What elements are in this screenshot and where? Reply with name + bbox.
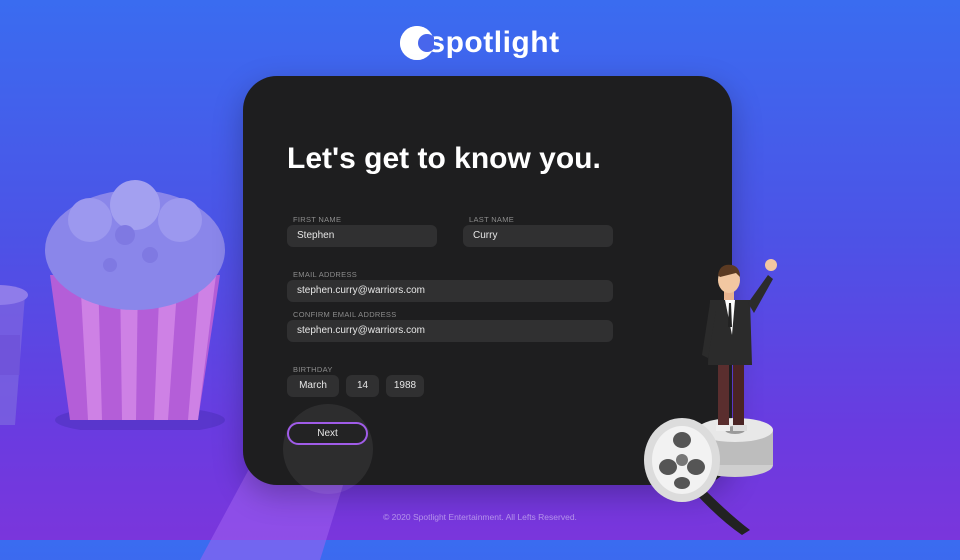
birthday-day-select[interactable]: 14	[346, 375, 379, 397]
first-name-field[interactable]: Stephen	[287, 225, 437, 247]
footer-copyright: © 2020 Spotlight Entertainment. All Left…	[383, 512, 577, 522]
email-field[interactable]: stephen.curry@warriors.com	[287, 280, 613, 302]
birthday-month-select[interactable]: March	[287, 375, 339, 397]
next-button[interactable]: Next	[287, 422, 368, 445]
cup-illustration	[0, 285, 28, 425]
spotlight-logo-icon	[400, 26, 435, 60]
popcorn-illustration	[45, 180, 225, 430]
last-name-label: LAST NAME	[469, 215, 515, 224]
birthday-label: BIRTHDAY	[293, 365, 333, 374]
email-label: EMAIL ADDRESS	[293, 270, 358, 279]
logo: spotlight	[0, 26, 960, 60]
birthday-year-select[interactable]: 1988	[386, 375, 424, 397]
first-name-label: FIRST NAME	[293, 215, 342, 224]
man-waving-illustration	[644, 259, 777, 535]
brand-name: spotlight	[428, 26, 560, 59]
hover-highlight	[283, 404, 373, 494]
confirm-email-field[interactable]: stephen.curry@warriors.com	[287, 320, 613, 342]
last-name-field[interactable]: Curry	[463, 225, 613, 247]
confirm-email-label: CONFIRM EMAIL ADDRESS	[293, 310, 397, 319]
page-title: Let's get to know you.	[287, 142, 601, 175]
